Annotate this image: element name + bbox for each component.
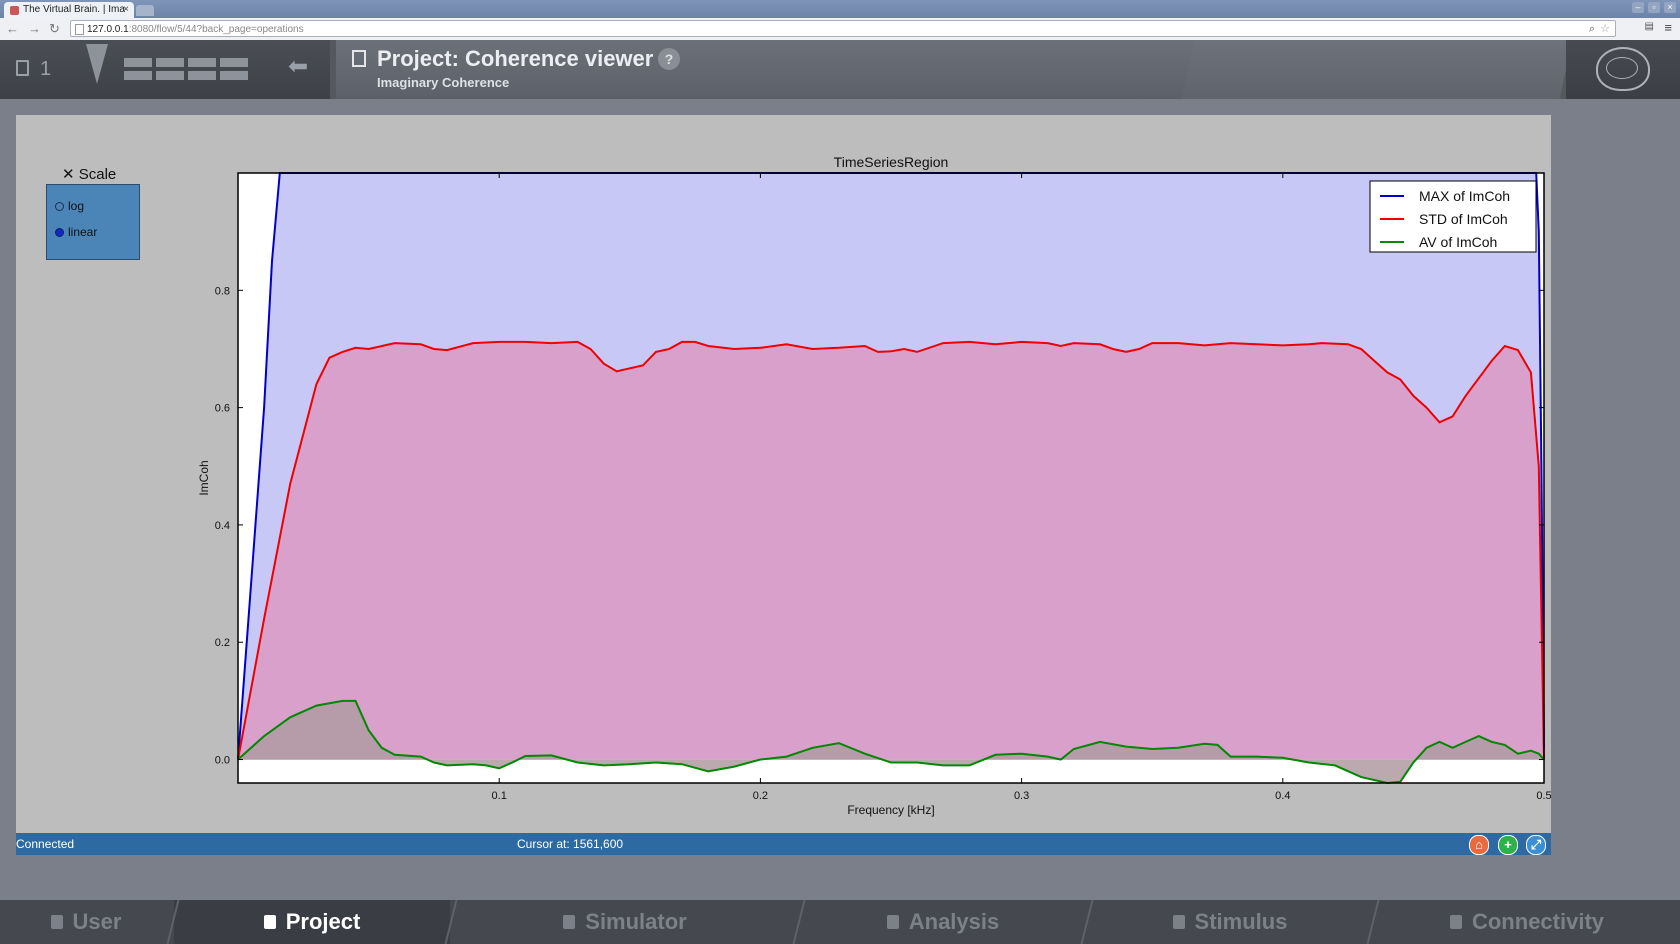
brain-logo-icon[interactable] bbox=[1596, 47, 1650, 91]
page-document-icon bbox=[352, 50, 366, 67]
url-path: :8080/flow/5/44?back_page=operations bbox=[128, 24, 304, 35]
help-icon[interactable]: ? bbox=[658, 48, 680, 70]
series-fill-1 bbox=[238, 341, 1544, 760]
user-icon bbox=[50, 915, 63, 929]
y-tick-label: 0.6 bbox=[215, 403, 230, 415]
x-tick-label: 0.3 bbox=[1014, 790, 1029, 802]
analysis-icon bbox=[886, 915, 899, 929]
bookmark-star-icon[interactable]: ☆ bbox=[1600, 21, 1610, 38]
legend-label: STD of ImCoh bbox=[1419, 211, 1508, 227]
filter-icon[interactable] bbox=[86, 44, 108, 84]
brain-logo-area bbox=[1566, 40, 1680, 99]
project-icon bbox=[263, 915, 276, 929]
extension-icon[interactable]: ▤ bbox=[1645, 21, 1654, 32]
x-tick-label: 0.5 bbox=[1536, 790, 1551, 802]
y-tick-label: 0.2 bbox=[215, 637, 230, 649]
legend-label: AV of ImCoh bbox=[1419, 234, 1497, 250]
reset-view-icon[interactable]: ⌂ bbox=[1469, 835, 1489, 855]
nav-tab-user[interactable]: User bbox=[0, 900, 172, 944]
favicon-icon bbox=[10, 5, 19, 15]
y-axis-label: ImCoh bbox=[197, 460, 211, 495]
restore-icon[interactable]: ▫ bbox=[1648, 2, 1660, 13]
nav-tab-simulator[interactable]: Simulator bbox=[452, 900, 798, 944]
chart-title: TimeSeriesRegion bbox=[834, 154, 949, 170]
status-bar: Connected Cursor at: 1561,600 ⌂ + ⤢ bbox=[16, 833, 1551, 855]
grid-view-icon[interactable] bbox=[124, 58, 248, 80]
cursor-position: Cursor at: 1561,600 bbox=[517, 837, 624, 851]
page-title: Project: Coherence viewer bbox=[377, 46, 654, 71]
close-window-icon[interactable]: × bbox=[1664, 2, 1676, 13]
nav-tab-label: Connectivity bbox=[1471, 909, 1605, 934]
back-arrow-icon[interactable]: ⬅ bbox=[288, 52, 308, 81]
nav-tab-label: Project bbox=[285, 909, 361, 934]
forward-icon[interactable]: → bbox=[28, 21, 41, 36]
x-tick-label: 0.2 bbox=[753, 790, 768, 802]
nav-tab-analysis[interactable]: Analysis bbox=[800, 900, 1086, 944]
x-tick-label: 0.1 bbox=[492, 790, 507, 802]
coherence-chart[interactable]: 0.1 0.2 0.3 0.4 0.5 0.0 0.2 0.4 0.6 0.8 TimeSeries… bbox=[16, 115, 1551, 833]
nav-tab-project[interactable]: Project bbox=[174, 900, 450, 944]
x-axis-label: Frequency [kHz] bbox=[847, 803, 934, 817]
document-icon bbox=[16, 60, 29, 76]
address-bar-row: ← → ↻ 127.0.0.1:8080/flow/5/44?back_page… bbox=[0, 18, 1680, 41]
close-tab-icon[interactable]: × bbox=[123, 2, 129, 18]
browser-tabbar: The Virtual Brain. | Ima × – ▫ × bbox=[0, 0, 1680, 18]
reload-icon[interactable]: ↻ bbox=[49, 21, 60, 37]
nav-tab-connectivity[interactable]: Connectivity bbox=[1374, 900, 1680, 944]
browser-tab[interactable]: The Virtual Brain. | Ima × bbox=[4, 2, 134, 18]
title-block: Project: Coherence viewer ? Imaginary Co… bbox=[336, 40, 1196, 99]
zoom-tool-icon[interactable]: ⤢ bbox=[1526, 835, 1546, 855]
page-icon bbox=[75, 24, 84, 35]
header-toolbar: 1 ⬅ bbox=[0, 40, 330, 99]
browser-menu-icon[interactable]: ≡ bbox=[1664, 20, 1672, 35]
connection-status: Connected bbox=[16, 837, 75, 851]
connectivity-icon bbox=[1449, 915, 1462, 929]
nav-tab-label: User bbox=[72, 909, 122, 934]
bottom-nav: User Project Simulator Analysis Stimulus… bbox=[0, 900, 1680, 944]
nav-tab-label: Simulator bbox=[585, 909, 687, 934]
tab-title: The Virtual Brain. | Ima bbox=[23, 4, 125, 15]
header-right-panel bbox=[1181, 40, 1573, 99]
url-input[interactable]: 127.0.0.1:8080/flow/5/44?back_page=opera… bbox=[70, 20, 1616, 37]
app-header: 1 ⬅ Project: Coherence viewer ? Imaginar… bbox=[0, 40, 1680, 99]
y-tick-label: 0.8 bbox=[215, 285, 230, 297]
stimulus-icon bbox=[1172, 915, 1185, 929]
nav-tab-label: Stimulus bbox=[1194, 909, 1288, 934]
minimize-icon[interactable]: – bbox=[1632, 2, 1644, 13]
zoom-icon[interactable]: ⌕ bbox=[1589, 21, 1595, 38]
new-tab-button[interactable] bbox=[136, 5, 154, 16]
y-tick-label: 0.4 bbox=[215, 520, 230, 532]
page-subtitle: Imaginary Coherence bbox=[377, 75, 510, 90]
legend-label: MAX of ImCoh bbox=[1419, 188, 1510, 204]
nav-tab-stimulus[interactable]: Stimulus bbox=[1088, 900, 1372, 944]
project-count[interactable]: 1 bbox=[40, 58, 51, 81]
nav-tab-label: Analysis bbox=[908, 909, 1000, 934]
y-tick-label: 0.0 bbox=[215, 755, 230, 767]
simulator-icon bbox=[563, 915, 576, 929]
back-icon[interactable]: ← bbox=[6, 21, 19, 36]
coherence-viewer: ✕ Scale log linear 0.1 0.2 0.3 0.4 0.5 0.0 0.2… bbox=[16, 115, 1551, 833]
window-controls: – ▫ × bbox=[1632, 2, 1676, 13]
zoom-in-icon[interactable]: + bbox=[1498, 835, 1518, 855]
url-host: 127.0.0.1 bbox=[87, 24, 129, 35]
x-tick-label: 0.4 bbox=[1275, 790, 1290, 802]
